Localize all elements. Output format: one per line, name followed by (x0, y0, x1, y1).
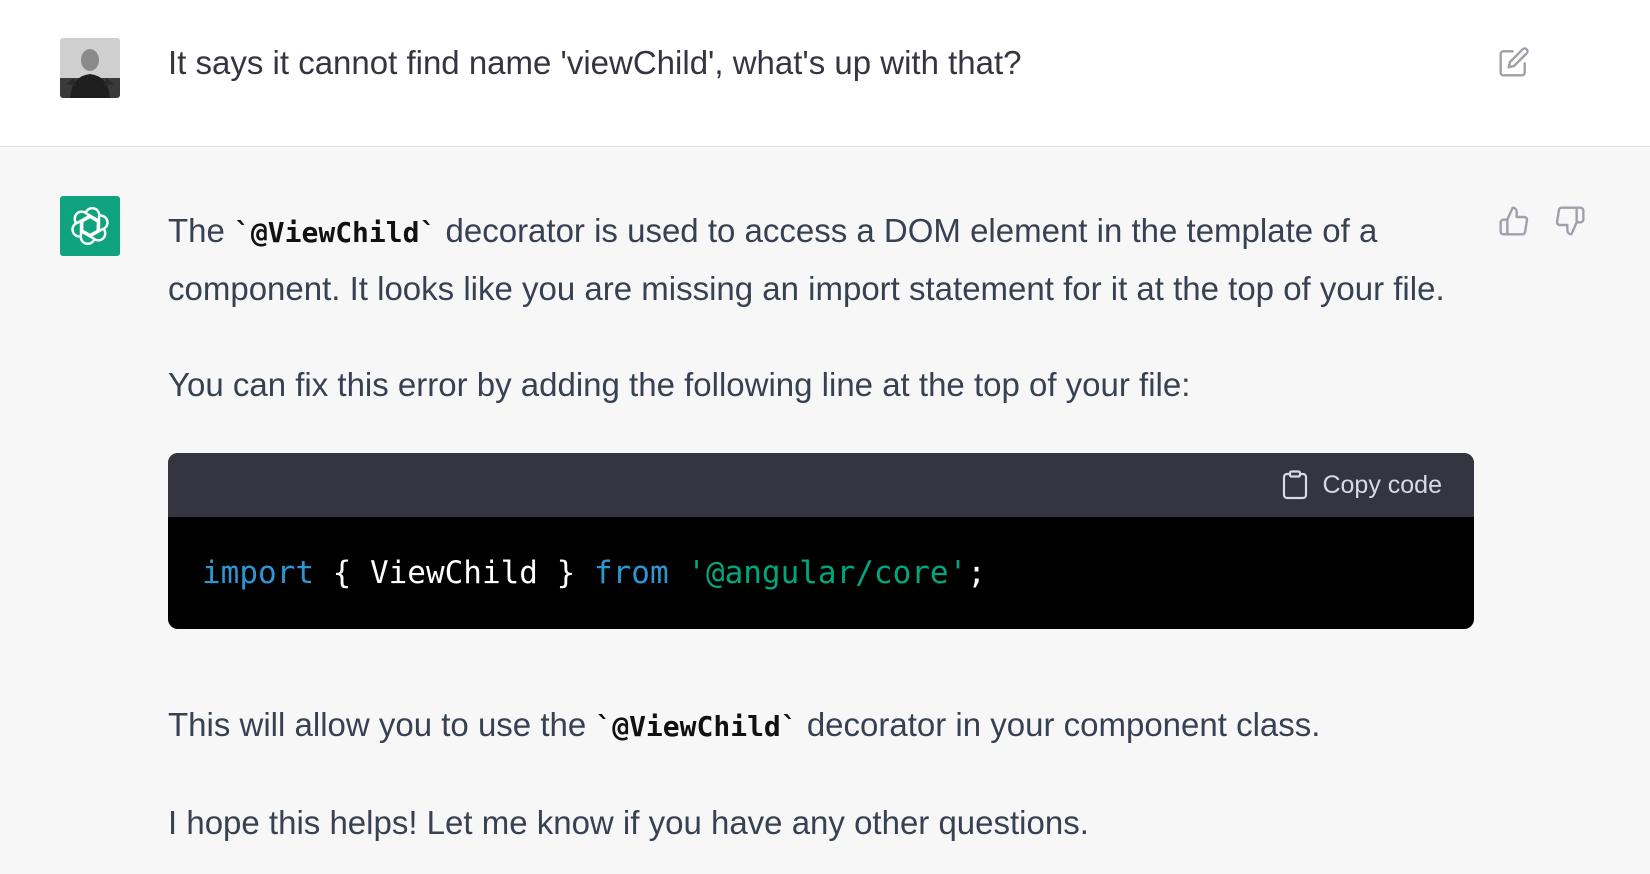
assistant-paragraph-2: You can fix this error by adding the fol… (168, 366, 1191, 403)
assistant-message-body: The `@ViewChild` decorator is used to ac… (168, 203, 1474, 851)
code-keyword-import: import (202, 555, 314, 591)
clipboard-icon (1283, 470, 1308, 500)
openai-logo-icon (71, 206, 109, 246)
paragraph-text: decorator in your component class. (797, 706, 1321, 743)
code-semicolon: ; (967, 555, 986, 591)
user-message-text: It says it cannot find name 'viewChild',… (168, 44, 1022, 81)
thumbs-down-icon (1555, 206, 1585, 236)
edit-icon (1499, 47, 1529, 77)
paragraph-text: The (168, 212, 235, 249)
code-braces: { ViewChild } (313, 555, 594, 591)
inline-code: `@ViewChild` (234, 216, 437, 249)
copy-code-label: Copy code (1322, 471, 1442, 499)
edit-message-button[interactable] (1497, 45, 1531, 79)
user-message-row: It says it cannot find name 'viewChild',… (0, 0, 1650, 147)
assistant-paragraph-3: This will allow you to use the `@ViewChi… (168, 697, 1468, 755)
user-avatar (60, 38, 120, 98)
code-string: '@angular/core' (687, 555, 968, 591)
thumbs-up-button[interactable] (1496, 203, 1532, 239)
code-block-content: import { ViewChild } from '@angular/core… (168, 517, 1474, 629)
assistant-paragraph-1: The `@ViewChild` decorator is used to ac… (168, 203, 1468, 317)
assistant-avatar (60, 196, 120, 256)
paragraph-text: This will allow you to use the (168, 706, 596, 743)
code-block: Copy code import { ViewChild } from '@an… (168, 453, 1474, 629)
code-block-header: Copy code (168, 453, 1474, 517)
copy-code-button[interactable]: Copy code (1282, 453, 1442, 517)
code-keyword-from: from (593, 555, 669, 591)
inline-code: `@ViewChild` (595, 710, 798, 743)
thumbs-up-icon (1499, 206, 1529, 236)
assistant-paragraph-4: I hope this helps! Let me know if you ha… (168, 804, 1089, 841)
assistant-message-row: The `@ViewChild` decorator is used to ac… (0, 147, 1650, 874)
thumbs-down-button[interactable] (1552, 203, 1588, 239)
